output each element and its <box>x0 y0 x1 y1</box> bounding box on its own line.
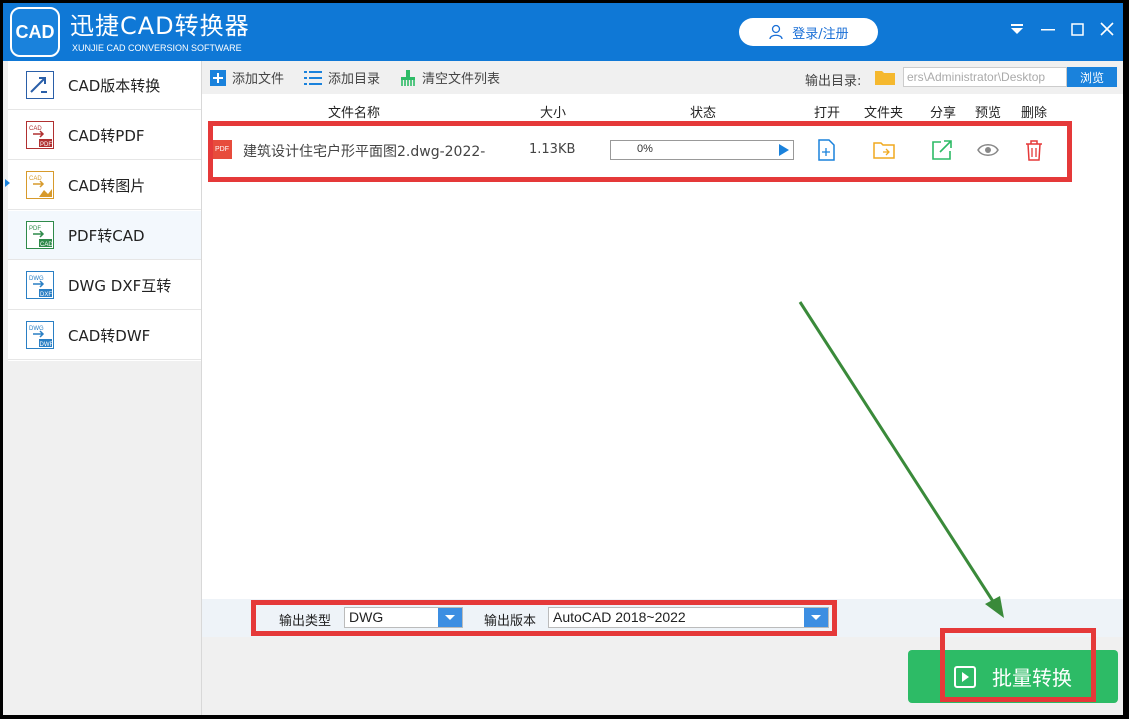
output-version-select[interactable]: AutoCAD 2018~2022 <box>548 607 829 628</box>
sidebar: CAD版本转换 CAD PDF CAD转PDF CAD CAD转图片 PDF CAD… <box>8 61 202 715</box>
add-file-label: 添加文件 <box>232 72 285 87</box>
start-convert-icon[interactable] <box>779 144 789 156</box>
file-size: 1.13KB <box>529 142 576 157</box>
add-directory-label: 添加目录 <box>328 72 381 87</box>
browse-button[interactable]: 浏览 <box>1067 67 1117 87</box>
version-convert-icon <box>26 71 54 99</box>
app-title: 迅捷CAD转换器 <box>70 12 250 40</box>
chevron-down-icon <box>438 608 462 627</box>
play-icon <box>954 665 976 688</box>
svg-text:DWF: DWF <box>40 342 54 348</box>
sidebar-item-cad-to-image[interactable]: CAD CAD转图片 <box>8 161 201 210</box>
output-dir-label: 输出目录: <box>805 74 862 89</box>
login-label: 登录/注册 <box>792 26 849 42</box>
close-icon[interactable] <box>1096 18 1118 40</box>
column-header-status: 状态 <box>690 106 717 121</box>
sidebar-item-label: CAD版本转换 <box>68 76 161 95</box>
open-file-icon[interactable] <box>815 139 837 161</box>
share-icon[interactable] <box>931 139 953 161</box>
add-file-button[interactable]: 添加文件 <box>210 68 284 87</box>
svg-text:DWG: DWG <box>29 276 44 282</box>
clear-list-label: 清空文件列表 <box>422 72 501 87</box>
sidebar-item-label: CAD转PDF <box>68 126 145 145</box>
column-header-folder: 文件夹 <box>864 106 904 121</box>
sidebar-item-label: PDF转CAD <box>68 226 145 245</box>
batch-convert-label: 批量转换 <box>992 666 1072 690</box>
progress-bar: 0% <box>610 140 794 160</box>
output-version-label: 输出版本 <box>484 614 537 629</box>
open-folder-icon[interactable] <box>873 139 895 161</box>
file-list: 文件名称 大小 状态 打开 文件夹 分享 预览 删除 PDF 建筑设计住宅户形平… <box>202 94 1123 599</box>
minimize-icon[interactable] <box>1037 18 1059 40</box>
user-icon <box>769 24 783 40</box>
column-header-size: 大小 <box>540 106 567 121</box>
column-header-preview: 预览 <box>975 106 1002 121</box>
cad-to-pdf-icon: CAD PDF <box>26 121 54 149</box>
maximize-icon[interactable] <box>1066 18 1088 40</box>
column-header-delete: 删除 <box>1021 106 1048 121</box>
sidebar-item-dwg-dxf[interactable]: DWG DXF DWG DXF互转 <box>8 261 201 310</box>
pdf-file-icon: PDF <box>212 140 232 159</box>
app-window: CAD 迅捷CAD转换器 XUNJIE CAD CONVERSION SOFTW… <box>3 3 1123 715</box>
sidebar-item-label: DWG DXF互转 <box>68 276 172 295</box>
sidebar-item-label: CAD转DWF <box>68 326 151 345</box>
column-header-open: 打开 <box>814 106 841 121</box>
sidebar-empty-area <box>8 361 201 715</box>
svg-text:PDF: PDF <box>29 226 41 232</box>
svg-text:CAD: CAD <box>40 242 53 248</box>
output-type-value: DWG <box>349 609 384 625</box>
sidebar-item-version-convert[interactable]: CAD版本转换 <box>8 61 201 110</box>
app-subtitle: XUNJIE CAD CONVERSION SOFTWARE <box>72 43 242 53</box>
clear-list-button[interactable]: 清空文件列表 <box>400 68 500 87</box>
cad-to-dwf-icon: DWG DWF <box>26 321 54 349</box>
toolbar: 添加文件 添加目录 清空文件列表 输出目录: ers\Administrator… <box>202 61 1123 94</box>
folder-icon[interactable] <box>875 69 895 85</box>
batch-convert-button[interactable]: 批量转换 <box>908 650 1118 703</box>
file-name: 建筑设计住宅户形平面图2.dwg-2022- <box>243 144 486 160</box>
add-file-icon <box>210 69 226 86</box>
output-dir-input[interactable]: ers\Administrator\Desktop <box>903 67 1067 87</box>
column-header-name: 文件名称 <box>328 106 381 121</box>
options-bar: 输出类型 DWG 输出版本 AutoCAD 2018~2022 <box>202 599 1123 637</box>
dwg-dxf-icon: DWG DXF <box>26 271 54 299</box>
cad-to-image-icon: CAD <box>26 171 54 199</box>
pdf-to-cad-icon: PDF CAD <box>26 221 54 249</box>
svg-text:DWG: DWG <box>29 326 44 332</box>
list-icon <box>304 70 323 85</box>
output-version-value: AutoCAD 2018~2022 <box>553 609 686 625</box>
title-bar: CAD 迅捷CAD转换器 XUNJIE CAD CONVERSION SOFTW… <box>3 3 1123 61</box>
login-button[interactable]: 登录/注册 <box>739 18 878 46</box>
sidebar-item-cad-to-pdf[interactable]: CAD PDF CAD转PDF <box>8 111 201 160</box>
output-type-select[interactable]: DWG <box>344 607 463 628</box>
chevron-down-icon <box>804 608 828 627</box>
menu-dropdown-icon[interactable] <box>1006 18 1028 40</box>
add-directory-button[interactable]: 添加目录 <box>304 68 380 87</box>
column-header-share: 分享 <box>930 106 957 121</box>
sidebar-item-cad-to-dwf[interactable]: DWG DWF CAD转DWF <box>8 311 201 360</box>
file-row[interactable]: PDF 建筑设计住宅户形平面图2.dwg-2022- 1.13KB 0% <box>202 126 1123 172</box>
broom-icon <box>401 69 416 86</box>
svg-text:PDF: PDF <box>40 142 52 148</box>
sidebar-item-pdf-to-cad[interactable]: PDF CAD PDF转CAD <box>8 211 201 260</box>
svg-text:DXF: DXF <box>40 292 52 298</box>
active-item-marker <box>5 179 10 187</box>
delete-trash-icon[interactable] <box>1023 139 1045 161</box>
app-logo: CAD <box>10 7 60 57</box>
preview-eye-icon[interactable] <box>977 139 999 161</box>
sidebar-item-label: CAD转图片 <box>68 176 146 195</box>
progress-text: 0% <box>637 143 653 155</box>
output-type-label: 输出类型 <box>279 614 332 629</box>
